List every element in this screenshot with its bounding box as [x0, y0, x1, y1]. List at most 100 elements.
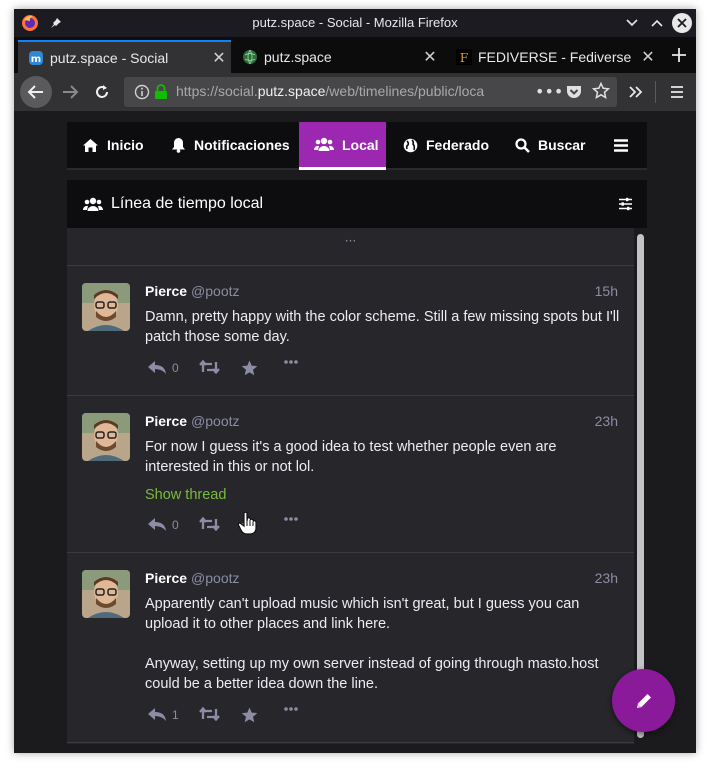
reply-icon: [148, 361, 166, 374]
status-time[interactable]: 23h: [595, 413, 618, 429]
pocket-icon[interactable]: [565, 83, 583, 105]
svg-text:F: F: [460, 51, 468, 65]
nav-search-label: Buscar: [538, 137, 586, 153]
overflow-menu-icon[interactable]: [620, 76, 652, 108]
status-author[interactable]: Pierce @pootz: [145, 283, 240, 299]
home-icon: [83, 138, 98, 152]
more-button[interactable]: [284, 517, 303, 521]
nav-notifications[interactable]: Notificaciones: [171, 122, 290, 168]
column-title: Línea de tiempo local: [111, 195, 264, 212]
avatar[interactable]: [82, 570, 130, 618]
column-settings-icon[interactable]: [618, 197, 633, 216]
page-content: Inicio Notificaciones Local Federado Bus…: [14, 111, 696, 753]
display-name: Pierce: [145, 570, 188, 586]
users-icon: [314, 137, 334, 151]
boost-icon: [199, 707, 220, 721]
display-name: Pierce: [145, 413, 188, 429]
tab-label: FEDIVERSE - Fediverse: [478, 48, 632, 65]
page-actions-icon[interactable]: •••: [535, 82, 563, 101]
boost-button[interactable]: [199, 360, 225, 374]
reply-button[interactable]: 0: [147, 360, 179, 375]
boost-button[interactable]: [199, 517, 225, 531]
tab-putz-space[interactable]: putz.space ✕: [232, 40, 442, 73]
status-time[interactable]: 15h: [595, 283, 618, 299]
close-tab-icon[interactable]: ✕: [207, 48, 231, 68]
status-content: Damn, pretty happy with the color scheme…: [145, 309, 620, 345]
boost-button[interactable]: [199, 707, 225, 721]
status-paragraph: Apparently can't upload music which isn'…: [145, 596, 580, 632]
fediverse-icon: F: [456, 48, 472, 65]
status-item[interactable]: Pierce @pootz 15h Damn, pretty happy with…: [67, 266, 634, 396]
reply-count: 0: [172, 360, 179, 375]
account-handle: @pootz: [191, 413, 240, 429]
scrollbar-thumb[interactable]: [637, 234, 644, 738]
lock-icon: [154, 84, 168, 104]
tab-putz-social[interactable]: m putz.space - Social ✕: [18, 40, 231, 73]
mastodon-icon: m: [28, 50, 44, 66]
globe-icon: [403, 138, 418, 152]
column-header[interactable]: Línea de tiempo local: [67, 180, 647, 228]
nav-federated-label: Federado: [426, 137, 490, 153]
close-window-icon[interactable]: [672, 13, 692, 33]
nav-notifications-label: Notificaciones: [194, 137, 290, 153]
favourite-button[interactable]: [241, 707, 263, 723]
status-item[interactable]: Pierce @pootz 23h For now I guess it's a …: [67, 396, 634, 553]
timeline: ··· Pierce @pootz 15h Damn, pretty happy …: [67, 228, 647, 744]
pencil-icon: [636, 693, 651, 708]
boost-icon: [199, 360, 220, 374]
tab-bar: m putz.space - Social ✕ putz.space ✕ F F…: [14, 37, 696, 73]
tab-fediverse[interactable]: F FEDIVERSE - Fediverse ✕: [446, 40, 660, 73]
avatar[interactable]: [82, 283, 130, 331]
ellipsis-icon: [284, 517, 298, 521]
minimize-icon[interactable]: [622, 13, 642, 33]
status-item[interactable]: Pierce @pootz 23h Apparently can't upload…: [67, 553, 634, 743]
favourite-button[interactable]: [241, 360, 263, 376]
status-time[interactable]: 23h: [595, 570, 618, 586]
forward-button[interactable]: [54, 76, 86, 108]
compose-button[interactable]: [612, 669, 675, 732]
avatar[interactable]: [82, 413, 130, 461]
reload-button[interactable]: [86, 76, 118, 108]
search-icon: [515, 137, 530, 153]
tab-label: putz.space - Social: [50, 49, 169, 66]
nav-toolbar: https://social.putz.space/web/timelines/…: [14, 73, 696, 111]
maximize-icon[interactable]: [647, 13, 667, 33]
status-author[interactable]: Pierce @pootz: [145, 413, 240, 429]
reply-count: 1: [172, 707, 179, 722]
close-tab-icon[interactable]: ✕: [418, 47, 442, 67]
ellipsis-icon: [284, 360, 298, 364]
more-button[interactable]: [284, 707, 303, 711]
close-tab-icon[interactable]: ✕: [636, 47, 660, 67]
timeline-scrollbar[interactable]: [634, 228, 647, 744]
status-content: For now I guess it's a good idea to test…: [145, 439, 557, 475]
bell-icon: [172, 138, 185, 153]
nav-local[interactable]: Local: [299, 122, 386, 170]
nav-home[interactable]: Inicio: [82, 122, 144, 168]
more-button[interactable]: [284, 360, 303, 364]
globe-icon: [242, 49, 258, 65]
url-bar[interactable]: https://social.putz.space/web/timelines/…: [124, 77, 617, 107]
load-more-gap[interactable]: ···: [67, 228, 634, 266]
info-icon[interactable]: [134, 84, 150, 104]
display-name: Pierce: [145, 283, 188, 299]
account-handle: @pootz: [191, 570, 240, 586]
ellipsis-icon: [284, 707, 298, 711]
status-author[interactable]: Pierce @pootz: [145, 570, 240, 586]
hand-cursor-icon: [237, 511, 259, 539]
status-paragraph: Anyway, setting up my own server instead…: [145, 656, 599, 692]
app-menu-icon[interactable]: [661, 76, 693, 108]
reply-button[interactable]: 0: [147, 517, 179, 532]
reply-button[interactable]: 1: [147, 707, 179, 722]
back-button[interactable]: [20, 76, 52, 108]
star-icon: [241, 360, 258, 376]
reply-icon: [148, 708, 166, 721]
show-thread-link[interactable]: Show thread: [145, 487, 226, 503]
users-icon: [83, 197, 103, 211]
nav-federated[interactable]: Federado: [403, 122, 489, 168]
nav-search[interactable]: Buscar: [515, 122, 585, 168]
url-text[interactable]: https://social.putz.space/web/timelines/…: [176, 83, 506, 99]
new-tab-icon[interactable]: [669, 45, 689, 65]
hamburger-icon[interactable]: [614, 122, 636, 168]
reply-count: 0: [172, 517, 179, 532]
bookmark-star-icon[interactable]: [591, 81, 611, 104]
